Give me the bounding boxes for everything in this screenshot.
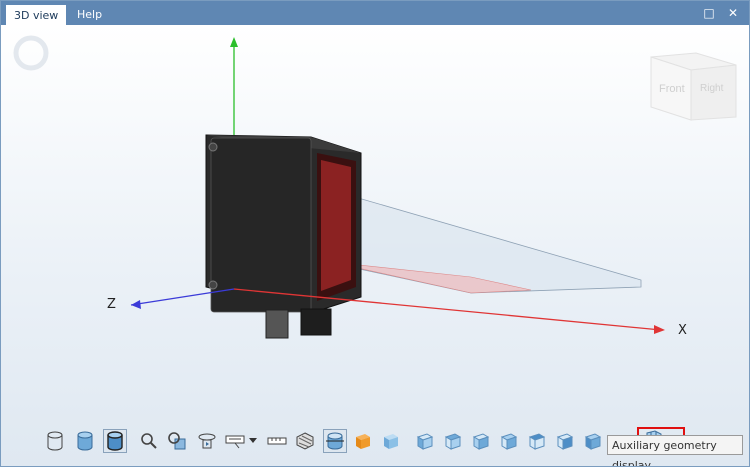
dropdown-arrow-icon[interactable] <box>247 429 259 453</box>
ruler-icon[interactable] <box>265 429 289 453</box>
sensor-model[interactable] <box>205 134 362 339</box>
close-icon[interactable]: ✕ <box>725 5 741 21</box>
tab-3d-view[interactable]: 3D view <box>5 4 68 25</box>
rotate-view-icon[interactable] <box>195 429 219 453</box>
3d-viewport[interactable]: Front Right Z X <box>1 25 749 466</box>
scene: Front Right <box>13 35 737 339</box>
view-back-icon[interactable] <box>441 429 465 453</box>
view-cube-right-label: Right <box>700 83 724 94</box>
view-cube-front-label: Front <box>659 83 685 95</box>
view-left-icon[interactable] <box>469 429 493 453</box>
x-axis-label: X <box>678 323 687 338</box>
orange-cube-icon[interactable] <box>351 429 375 453</box>
view-iso-icon[interactable] <box>581 429 605 453</box>
view-bottom-icon[interactable] <box>553 429 577 453</box>
blue-cube-icon[interactable] <box>379 429 403 453</box>
orientation-ring-icon <box>13 35 49 71</box>
view-cube[interactable]: Front Right <box>650 52 737 121</box>
tab-bar: 3D view Help □ ✕ <box>1 1 749 25</box>
dimension-icon[interactable] <box>223 429 247 453</box>
tab-help[interactable]: Help <box>69 4 110 25</box>
hatch-icon[interactable] <box>293 429 317 453</box>
section-view-icon[interactable] <box>323 429 347 453</box>
z-axis-label: Z <box>107 297 116 312</box>
3d-view-window: 3D view Help □ ✕ Front Right Z X Auxilia… <box>0 0 750 467</box>
view-right-icon[interactable] <box>497 429 521 453</box>
view-front-icon[interactable] <box>413 429 437 453</box>
shaded-cylinder-icon[interactable] <box>73 429 97 453</box>
laser-beam <box>340 192 642 294</box>
shaded-edges-cylinder-icon[interactable] <box>103 429 127 453</box>
tooltip-auxiliary-geometry: Auxiliary geometry display <box>607 435 743 466</box>
wireframe-cylinder-icon[interactable] <box>43 429 67 453</box>
view-top-icon[interactable] <box>525 429 549 453</box>
zoom-icon[interactable] <box>137 429 161 453</box>
zoom-fit-icon[interactable] <box>165 429 189 453</box>
maximize-icon[interactable]: □ <box>701 5 717 21</box>
